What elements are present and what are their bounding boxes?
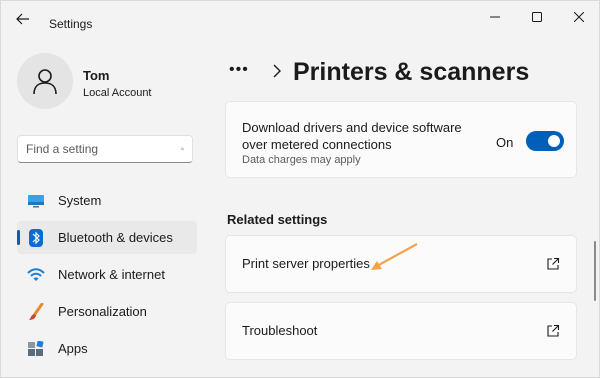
search-input[interactable] bbox=[26, 142, 181, 156]
title-bar: Settings bbox=[1, 1, 600, 37]
close-icon bbox=[574, 12, 584, 22]
external-link-icon bbox=[547, 257, 560, 270]
minimize-icon bbox=[490, 16, 500, 18]
sidebar-item-network-internet[interactable]: Network & internet bbox=[17, 258, 197, 291]
search-box[interactable] bbox=[17, 135, 193, 163]
chevron-right-icon bbox=[273, 64, 281, 78]
sidebar-item-label: Apps bbox=[58, 341, 88, 356]
toggle-state-label: On bbox=[496, 135, 514, 150]
search-icon[interactable] bbox=[181, 143, 184, 155]
settings-window: Settings Tom Local Account Find a settin… bbox=[0, 0, 600, 378]
back-arrow-icon bbox=[16, 13, 29, 25]
apps-icon bbox=[27, 340, 45, 358]
annotation-arrow-icon bbox=[371, 243, 418, 270]
metered-drivers-subtitle: Data charges may apply bbox=[242, 154, 361, 166]
sidebar-item-system[interactable]: System bbox=[17, 184, 197, 217]
user-name: Tom bbox=[83, 68, 110, 83]
maximize-icon bbox=[532, 12, 542, 22]
troubleshoot-link[interactable]: Troubleshoot bbox=[225, 302, 577, 360]
user-icon bbox=[33, 69, 57, 95]
sidebar-item-label: Network & internet bbox=[58, 267, 165, 282]
sidebar-item-label: System bbox=[58, 193, 102, 208]
account-type: Local Account bbox=[83, 87, 152, 99]
bluetooth-icon bbox=[27, 228, 45, 247]
print-server-properties-label: Print server properties bbox=[242, 256, 370, 271]
sidebar-nav: System Bluetooth & devices Network & int… bbox=[17, 184, 197, 369]
wifi-icon bbox=[27, 266, 45, 284]
avatar[interactable] bbox=[17, 53, 73, 109]
back-button[interactable] bbox=[11, 9, 35, 29]
sidebar-item-personalization[interactable]: Personalization bbox=[17, 295, 197, 328]
brush-icon bbox=[27, 302, 45, 321]
metered-drivers-card: Download drivers and device software ove… bbox=[225, 101, 577, 178]
sidebar-item-label: Personalization bbox=[58, 304, 147, 319]
external-link-icon bbox=[547, 324, 560, 337]
app-title: Settings bbox=[49, 17, 93, 31]
page-title: Printers & scanners bbox=[293, 58, 530, 86]
breadcrumb-overflow-button[interactable]: ••• bbox=[229, 61, 249, 79]
scrollbar-thumb[interactable] bbox=[594, 241, 596, 301]
metered-drivers-title: Download drivers and device software ove… bbox=[242, 120, 462, 152]
sidebar-item-apps[interactable]: Apps bbox=[17, 332, 197, 365]
close-button[interactable] bbox=[559, 5, 599, 29]
monitor-icon bbox=[27, 192, 45, 210]
minimize-button[interactable] bbox=[475, 5, 515, 29]
related-settings-heading: Related settings bbox=[227, 212, 328, 227]
maximize-button[interactable] bbox=[517, 5, 557, 29]
troubleshoot-label: Troubleshoot bbox=[242, 323, 318, 338]
sidebar-item-label: Bluetooth & devices bbox=[58, 230, 173, 245]
toggle-knob bbox=[548, 135, 560, 147]
sidebar-item-bluetooth-devices[interactable]: Bluetooth & devices bbox=[17, 221, 197, 254]
metered-drivers-toggle[interactable] bbox=[526, 131, 564, 151]
